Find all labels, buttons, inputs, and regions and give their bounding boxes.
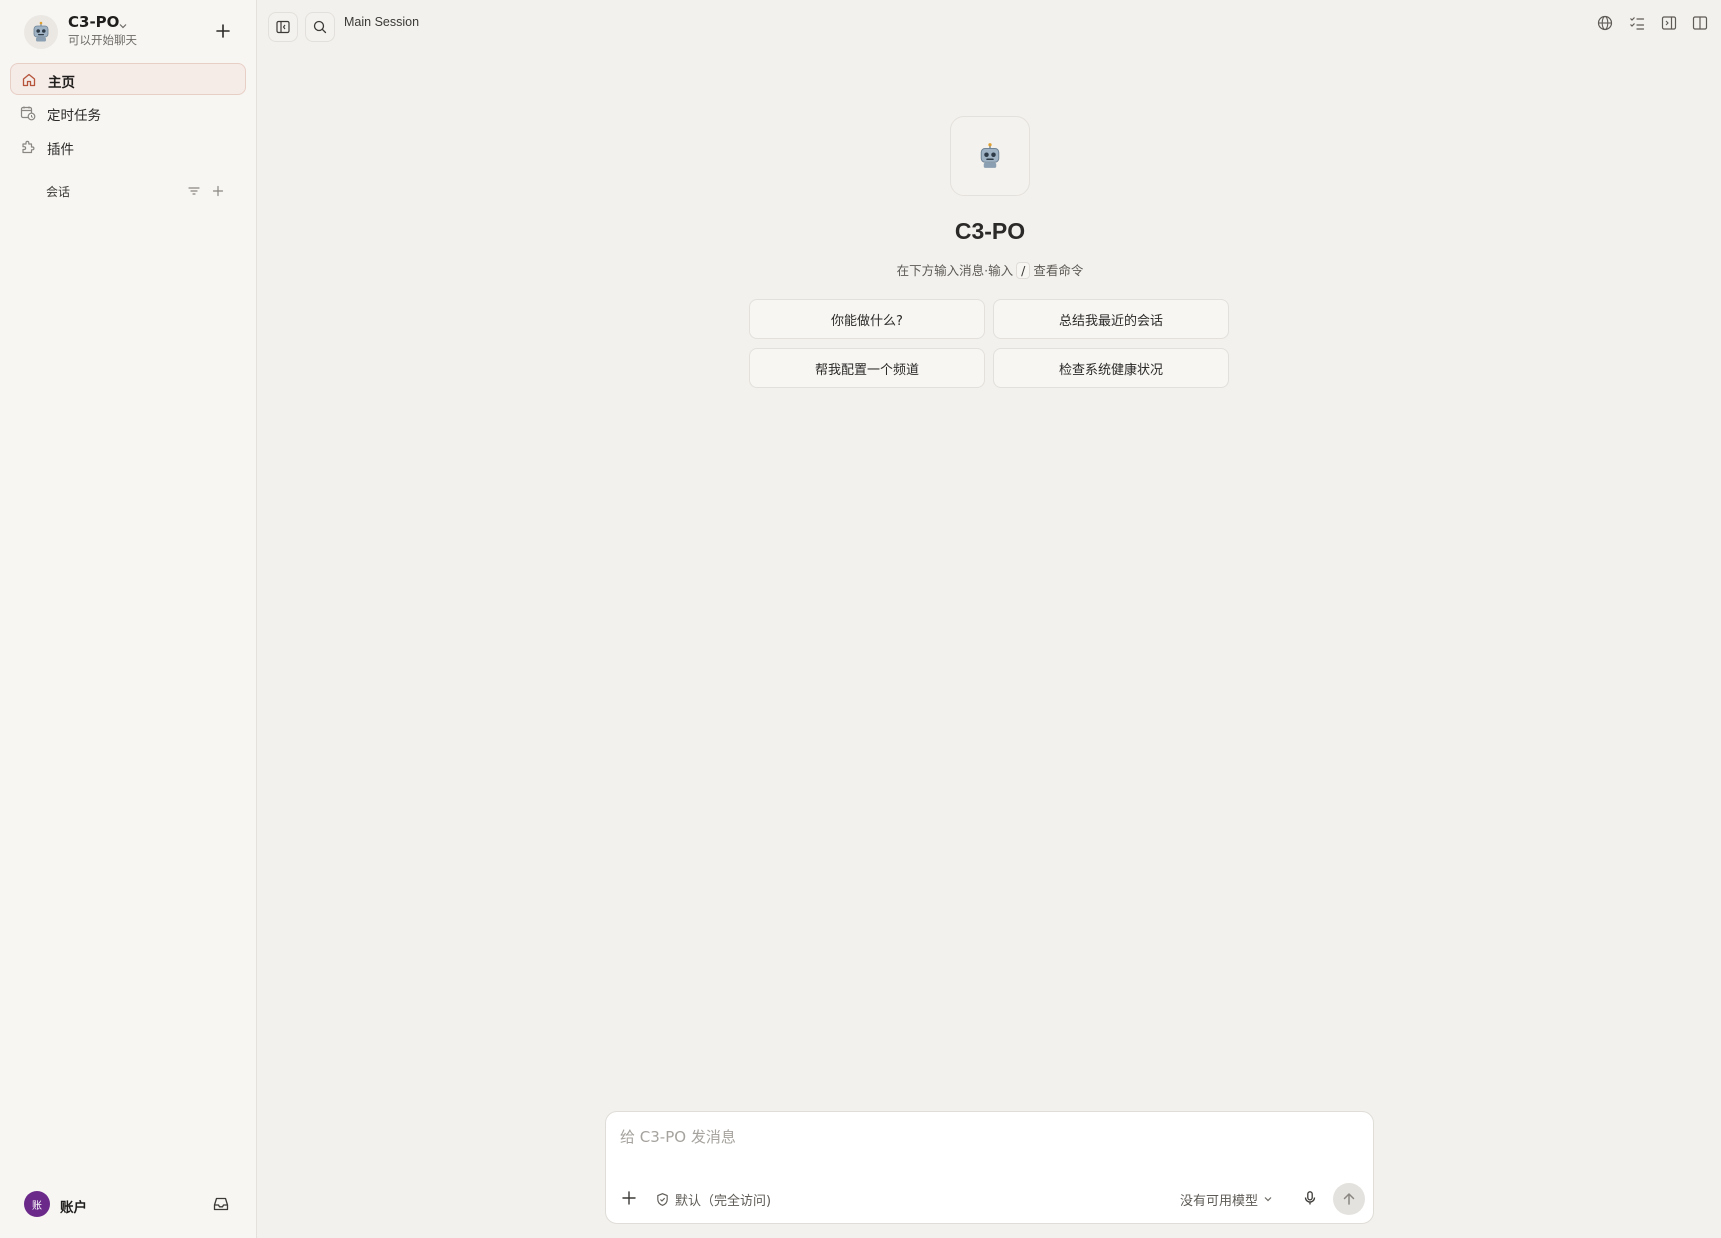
- plus-icon: [622, 1191, 636, 1205]
- message-input[interactable]: [620, 1124, 1360, 1150]
- filter-icon: [188, 187, 200, 195]
- session-title: Main Session: [344, 15, 420, 29]
- search-button[interactable]: [305, 12, 335, 42]
- permission-label: 默认（完全访问): [675, 1193, 772, 1209]
- puzzle-icon: [22, 140, 35, 154]
- panel-left-icon: [1661, 16, 1677, 30]
- attach-button[interactable]: [618, 1187, 640, 1209]
- avatar: 账: [24, 1191, 50, 1217]
- agent-title: C3-PO: [954, 218, 1026, 244]
- message-composer: 默认（完全访问) 没有可用模型: [605, 1111, 1374, 1224]
- suggestion-button[interactable]: 总结我最近的会话: [993, 299, 1229, 339]
- search-icon: [313, 20, 327, 34]
- language-button[interactable]: [1596, 14, 1614, 32]
- add-session-button[interactable]: [210, 183, 226, 199]
- sidebar-item-label: 定时任务: [47, 108, 101, 124]
- sidebar-item-label: 插件: [47, 142, 74, 158]
- inbox-icon: [213, 1197, 229, 1211]
- sidebar: C3-PO 可以开始聊天 主页 定时任务 插件 会话 账 账户: [0, 0, 257, 1238]
- sessions-section-title: 会话: [46, 185, 71, 199]
- arrow-up-icon: [1343, 1193, 1355, 1205]
- sidebar-toggle-icon: [276, 20, 290, 34]
- shield-check-icon: [657, 1192, 668, 1206]
- agent-switcher[interactable]: C3-PO 可以开始聊天: [22, 12, 242, 49]
- agent-name: C3-PO: [68, 13, 120, 31]
- calendar-clock-icon: [20, 106, 36, 121]
- split-view-icon: [1692, 16, 1708, 30]
- sidebar-item-home[interactable]: 主页: [10, 63, 246, 95]
- sidebar-item-label: 主页: [48, 75, 75, 91]
- model-label: 没有可用模型: [1180, 1193, 1259, 1209]
- inbox-button[interactable]: [212, 1195, 230, 1213]
- hint-suffix: 查看命令: [1033, 263, 1084, 278]
- agent-hero-avatar: [950, 116, 1030, 196]
- permission-selector[interactable]: 默认（完全访问): [655, 1189, 771, 1209]
- left-panel-button[interactable]: [1660, 14, 1678, 32]
- globe-icon: [1597, 15, 1613, 31]
- suggestion-button[interactable]: 你能做什么?: [749, 299, 985, 339]
- model-selector[interactable]: 没有可用模型: [1180, 1189, 1273, 1209]
- plus-icon: [216, 24, 230, 38]
- suggestion-button[interactable]: 帮我配置一个频道: [749, 348, 985, 388]
- sidebar-item-scheduled-tasks[interactable]: 定时任务: [10, 97, 246, 129]
- slash-key: /: [1016, 262, 1031, 279]
- home-icon: [22, 73, 36, 87]
- suggestion-button[interactable]: 检查系统健康状况: [993, 348, 1229, 388]
- checklist-icon: [1630, 17, 1645, 30]
- microphone-icon: [1304, 1191, 1316, 1205]
- robot-icon: [24, 15, 58, 49]
- toggle-sidebar-button[interactable]: [268, 12, 298, 42]
- account-menu[interactable]: 账 账户: [22, 1190, 242, 1220]
- split-view-button[interactable]: [1691, 14, 1709, 32]
- tasks-button[interactable]: [1628, 14, 1646, 32]
- sidebar-item-plugins[interactable]: 插件: [10, 131, 246, 163]
- new-chat-button[interactable]: [210, 18, 236, 44]
- chevron-down-icon: [1264, 1197, 1272, 1202]
- robot-icon: [980, 143, 1000, 168]
- filter-sessions-button[interactable]: [186, 183, 202, 199]
- plus-icon: [212, 185, 224, 197]
- hint-prefix: 在下方输入消息·输入: [896, 263, 1014, 278]
- command-hint: 在下方输入消息·输入 / 查看命令: [790, 260, 1190, 279]
- send-button[interactable]: [1333, 1183, 1365, 1215]
- voice-input-button[interactable]: [1300, 1188, 1320, 1208]
- agent-status: 可以开始聊天: [68, 33, 137, 47]
- account-label: 账户: [60, 1200, 87, 1216]
